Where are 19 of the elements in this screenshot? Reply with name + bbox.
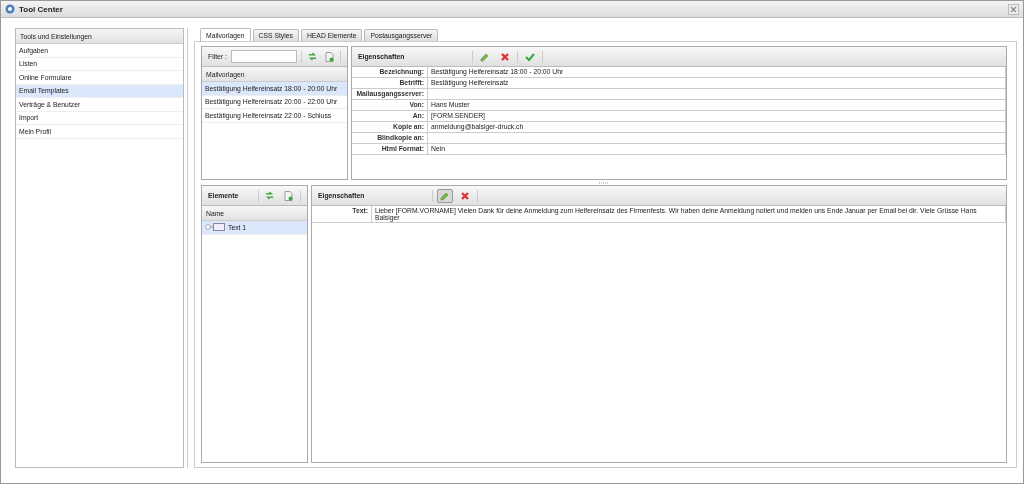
edit-button[interactable]: [437, 188, 453, 203]
close-button[interactable]: [1008, 3, 1019, 15]
delete-icon: [460, 190, 470, 201]
add-document-icon: [284, 190, 294, 201]
gear-icon: [5, 4, 15, 14]
splitter[interactable]: [187, 28, 191, 468]
close-icon: [1010, 5, 1017, 13]
checkmark-icon: [525, 51, 535, 62]
filter-field[interactable]: [230, 50, 297, 63]
delete-icon: [500, 51, 510, 62]
window-title: Tool Center: [19, 4, 64, 14]
pencil-icon: [480, 51, 490, 62]
add-button[interactable]: [322, 49, 337, 64]
tree-node-icon: [205, 223, 225, 232]
refresh-icon: [265, 191, 275, 200]
add-document-icon: [325, 51, 335, 62]
pencil-icon: [440, 190, 450, 201]
splitter-grip[interactable]: [599, 181, 609, 184]
refresh-icon: [307, 52, 317, 61]
